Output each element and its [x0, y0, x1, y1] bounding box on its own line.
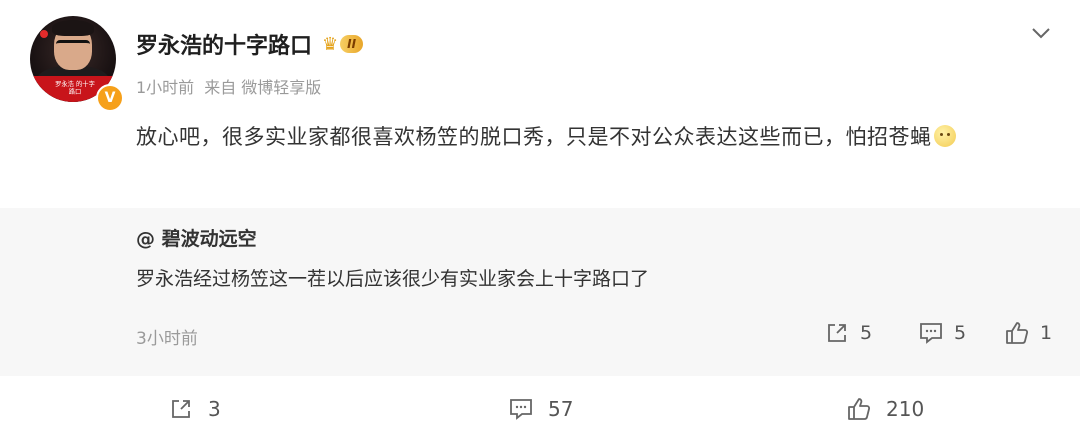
repost-icon [824, 320, 850, 346]
comment-icon [918, 320, 944, 346]
post-source[interactable]: 来自 微博轻享版 [204, 74, 321, 98]
like-count: 210 [886, 397, 925, 421]
author-name[interactable]: 罗永浩的十字路口 [136, 28, 312, 60]
comment-icon [508, 396, 534, 422]
post-time: 1小时前 [136, 78, 195, 97]
avatar-hair [52, 20, 94, 36]
repost-count: 3 [208, 397, 221, 421]
thumbs-up-icon [846, 396, 872, 422]
level-pill: II [340, 35, 364, 53]
avatar-glasses [56, 40, 90, 51]
quoted-comment-button[interactable]: 5 [918, 320, 966, 346]
post-body: 放心吧，很多实业家都很喜欢杨笠的脱口秀，只是不对公众表达这些而已，怕招苍蝇 [136, 118, 1056, 156]
quoted-post[interactable]: @ 碧波动远空 罗永浩经过杨笠这一茬以后应该很少有实业家会上十字路口了 3小时前… [0, 208, 1080, 376]
like-button[interactable]: 210 [846, 396, 924, 422]
quoted-like-count: 1 [1040, 322, 1053, 344]
chevron-down-icon[interactable] [1030, 22, 1052, 44]
quoted-like-button[interactable]: 1 [1004, 320, 1052, 346]
post-text: 放心吧，很多实业家都很喜欢杨笠的脱口秀，只是不对公众表达这些而已，怕招苍蝇 [136, 125, 932, 149]
thumbs-up-icon [1004, 320, 1030, 346]
quoted-author[interactable]: @ 碧波动远空 [136, 224, 257, 251]
quoted-time: 3小时前 [136, 329, 198, 349]
quoted-comment-count: 5 [954, 322, 967, 344]
smile-emoji-icon [933, 125, 956, 147]
avatar-caption: 罗永浩 的十字路口 [55, 80, 95, 96]
author-row: 罗永浩的十字路口 ♛ II [136, 28, 364, 60]
quoted-repost-button[interactable]: 5 [824, 320, 872, 346]
crown-icon: ♛ [322, 33, 339, 55]
quoted-repost-count: 5 [860, 322, 873, 344]
post-meta: 1小时前 来自 微博轻享版 [136, 74, 321, 98]
repost-icon [168, 396, 194, 422]
repost-button[interactable]: 3 [168, 396, 221, 422]
level-badge[interactable]: ♛ II [322, 33, 364, 55]
verified-badge-icon: V [96, 84, 124, 112]
comment-count: 57 [548, 397, 574, 421]
quoted-text: 罗永浩经过杨笠这一茬以后应该很少有实业家会上十字路口了 [136, 268, 650, 290]
live-dot-icon [40, 30, 48, 38]
comment-button[interactable]: 57 [508, 396, 573, 422]
